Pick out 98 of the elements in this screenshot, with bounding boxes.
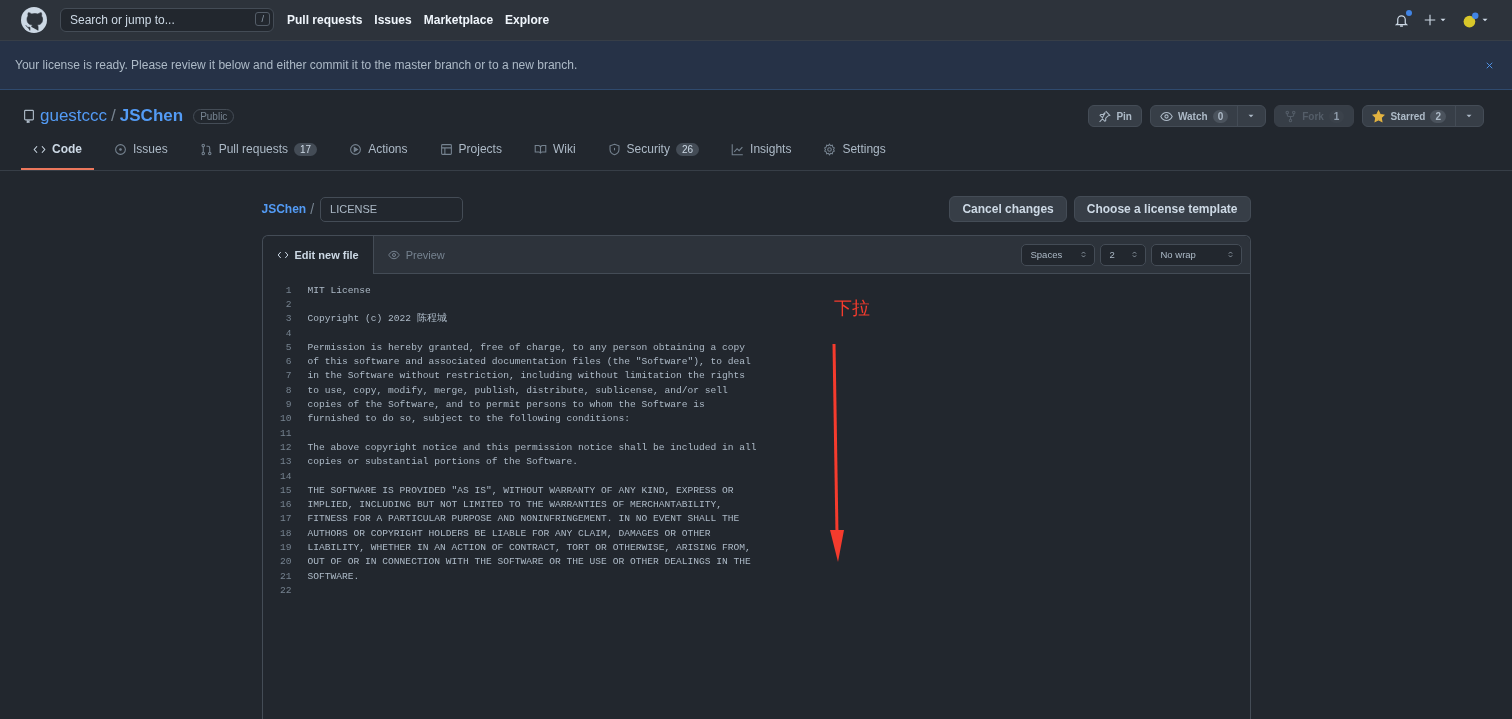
- pin-button[interactable]: Pin: [1088, 105, 1142, 127]
- pin-icon: [1098, 109, 1112, 123]
- repo-tab[interactable]: Code: [21, 142, 94, 170]
- create-menu[interactable]: [1423, 13, 1448, 27]
- line-number: 6: [284, 356, 292, 368]
- notifications-button[interactable]: [1394, 12, 1409, 28]
- code-line: copies of the Software, and to permit persons to whom the Software is: [307, 399, 705, 410]
- nav-link[interactable]: Marketplace: [423, 13, 494, 27]
- path-separator: /: [310, 201, 315, 217]
- counter: 26: [675, 142, 700, 156]
- line-number: 2: [284, 298, 292, 310]
- line-number: 14: [279, 470, 292, 482]
- filename-field[interactable]: LICENSE: [320, 196, 464, 222]
- repo-tab[interactable]: Insights: [719, 142, 804, 170]
- select-dropdown[interactable]: Spaces: [1020, 243, 1095, 266]
- annotation-text: 下拉: [833, 297, 870, 320]
- code-line: Permission is hereby granted, free of charge, to any person obtaining a copy: [307, 341, 746, 353]
- line-number: 22: [279, 584, 292, 596]
- repo-name-link[interactable]: JSChen: [119, 106, 184, 126]
- watch-button[interactable]: Watch 0: [1150, 105, 1267, 127]
- code-line: MIT License: [307, 284, 371, 296]
- star-button[interactable]: Starred 2: [1362, 105, 1484, 127]
- avatar-menu[interactable]: [1462, 11, 1490, 29]
- star-icon: [1372, 109, 1386, 123]
- play-icon: [349, 142, 363, 156]
- pull-request-icon: [199, 142, 213, 156]
- line-number: 18: [279, 527, 292, 539]
- action-button[interactable]: Choose a license template: [1073, 196, 1251, 222]
- bell-icon: [1394, 12, 1409, 28]
- line-number: 19: [279, 542, 292, 553]
- line-number: 21: [279, 570, 292, 582]
- repo-tab[interactable]: Wiki: [521, 142, 588, 170]
- avatar-icon: [1462, 11, 1479, 29]
- repo-link[interactable]: JSChen: [261, 202, 307, 216]
- line-number: 11: [279, 427, 292, 439]
- shortcut-key: /: [255, 12, 270, 26]
- code-line: in the Software without restriction, including without limitation the rights: [307, 370, 746, 382]
- eye-icon: [1160, 109, 1173, 123]
- repo-tab[interactable]: Actions: [337, 142, 420, 170]
- code-line: IMPLIED, INCLUDING BUT NOT LIMITED TO THE WARRANTIES OF MERCHANTABILITY,: [307, 499, 723, 511]
- line-number: 3: [284, 313, 292, 325]
- repo-tab[interactable]: Pull requests 17: [187, 142, 330, 170]
- code-line: FITNESS FOR A PARTICULAR PURPOSE AND NONINFRINGEMENT. IN NO EVENT SHALL THE: [307, 513, 740, 525]
- code-line: copies or substantial portions of the Software.: [307, 456, 579, 468]
- code-line: of this software and associated documentation files (the "Software"), to deal: [307, 356, 751, 368]
- line-number: 4: [284, 327, 292, 339]
- repo-owner-link[interactable]: guestccc: [40, 106, 108, 126]
- line-number: 13: [279, 456, 292, 468]
- eye-icon: [387, 249, 400, 261]
- line-number: 15: [279, 484, 292, 496]
- nav-link[interactable]: Explore: [505, 13, 550, 27]
- line-number: 16: [279, 499, 292, 511]
- flash-message: Your license is ready. Please review it below and either commit it to the master branch or to a new branch.: [15, 58, 578, 72]
- line-number: 7: [284, 370, 292, 382]
- code-line: The above copyright notice and this permission notice shall be included in all: [307, 441, 757, 453]
- book-icon: [533, 142, 547, 156]
- repo-tab[interactable]: Issues: [102, 142, 180, 170]
- plus-icon: [1423, 13, 1437, 27]
- select-dropdown[interactable]: 2: [1099, 243, 1146, 266]
- graph-icon: [731, 142, 745, 156]
- counter: 0: [1212, 109, 1229, 123]
- select-dropdown[interactable]: No wrap: [1150, 243, 1242, 266]
- table-icon: [439, 142, 453, 156]
- logo-icon[interactable]: [21, 7, 47, 33]
- code-line: furnished to do so, subject to the following conditions:: [307, 413, 630, 425]
- code-line: SOFTWARE.: [307, 570, 360, 582]
- settings-icon: [823, 142, 837, 156]
- repo-tab[interactable]: Security 26: [595, 142, 712, 170]
- line-number: 17: [279, 513, 292, 525]
- circle-dot-icon: [114, 142, 127, 156]
- nav-link[interactable]: Pull requests: [287, 13, 363, 27]
- line-number: 5: [284, 341, 292, 353]
- line-number: 9: [284, 399, 292, 410]
- line-number: 12: [279, 441, 292, 453]
- code-line: OUT OF OR IN CONNECTION WITH THE SOFTWARE OR THE USE OR OTHER DEALINGS IN THE: [307, 556, 751, 568]
- nav-link[interactable]: Issues: [374, 13, 412, 27]
- code-line: Copyright (c) 2022 陈程城: [307, 312, 447, 326]
- code-icon: [276, 249, 289, 261]
- action-button[interactable]: Cancel changes: [949, 196, 1067, 222]
- repo-tab[interactable]: Projects: [427, 142, 514, 170]
- counter: 1: [1328, 109, 1345, 123]
- counter: 2: [1430, 109, 1446, 123]
- shield-icon: [607, 142, 621, 156]
- editor-tab[interactable]: Edit new file: [262, 236, 374, 274]
- repo-icon: [22, 109, 36, 123]
- fork-icon: [1284, 109, 1298, 123]
- code-line: AUTHORS OR COPYRIGHT HOLDERS BE LIABLE FOR ANY CLAIM, DAMAGES OR OTHER: [307, 527, 711, 539]
- line-number: 10: [279, 413, 292, 425]
- line-number: 1: [284, 284, 292, 296]
- down-arrow-icon: [829, 344, 844, 562]
- line-number: 20: [279, 556, 292, 568]
- counter: 17: [294, 142, 318, 156]
- line-number: 8: [284, 384, 292, 396]
- code-line: LIABILITY, WHETHER IN AN ACTION OF CONTRACT, TORT OR OTHERWISE, ARISING FROM,: [307, 542, 751, 553]
- code-line: THE SOFTWARE IS PROVIDED "AS IS", WITHOUT WARRANTY OF ANY KIND, EXPRESS OR: [307, 484, 734, 496]
- code-line: to use, copy, modify, merge, publish, distribute, sublicense, and/or sell: [307, 384, 728, 396]
- repo-tab[interactable]: Settings: [811, 142, 898, 170]
- path-separator: /: [111, 106, 116, 126]
